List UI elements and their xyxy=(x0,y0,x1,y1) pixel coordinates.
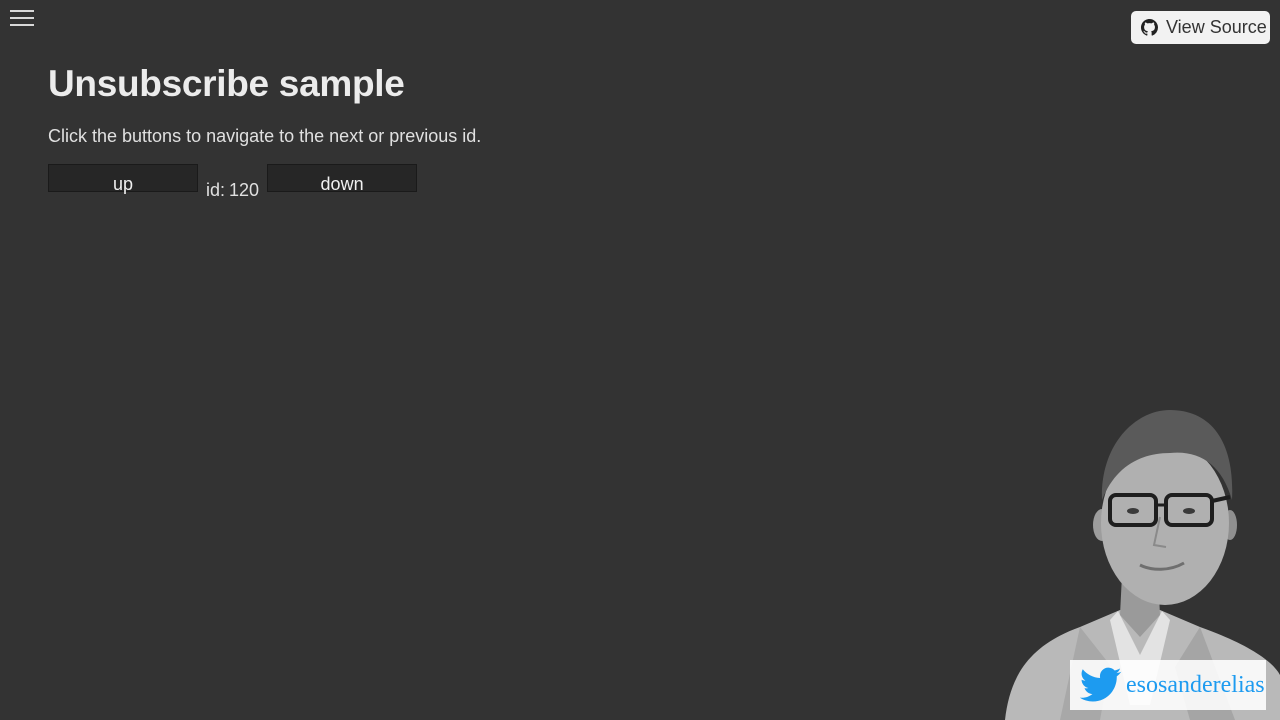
hamburger-menu-icon[interactable] xyxy=(10,10,34,28)
menu-bar xyxy=(10,24,34,26)
menu-bar xyxy=(10,17,34,19)
view-source-label: View Source xyxy=(1166,17,1267,37)
down-button[interactable]: down xyxy=(267,164,418,194)
page-description: Click the buttons to navigate to the nex… xyxy=(48,126,482,146)
menu-bar xyxy=(10,10,34,12)
twitter-bird-icon xyxy=(1080,667,1122,703)
navigation-controls: up id: 120 down xyxy=(48,164,418,200)
id-label: id: xyxy=(206,180,226,200)
page: View Source Unsubscribe sample Click the… xyxy=(0,0,1280,720)
twitter-badge[interactable]: esosanderelias xyxy=(1070,660,1266,710)
id-value: 120 xyxy=(229,180,260,200)
twitter-handle: esosanderelias xyxy=(1126,671,1265,698)
github-icon xyxy=(1141,19,1158,36)
up-button[interactable]: up xyxy=(48,164,198,194)
page-title: Unsubscribe sample xyxy=(48,63,405,104)
view-source-button[interactable]: View Source xyxy=(1131,11,1270,44)
id-display: id: 120 xyxy=(206,180,259,200)
